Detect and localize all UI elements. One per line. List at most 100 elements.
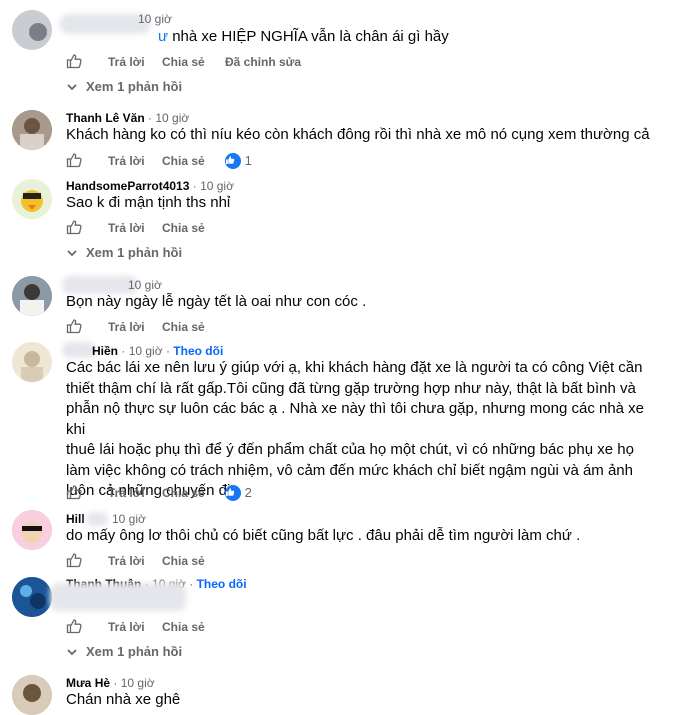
comment-text-line: làm việc không có trách nhiệm, vô cảm đế…	[66, 461, 633, 479]
like-button[interactable]	[66, 53, 108, 72]
chevron-down-icon	[67, 249, 77, 256]
share-button[interactable]: Chia sẻ	[162, 55, 225, 69]
reply-button[interactable]: Trả lời	[108, 486, 162, 500]
comment-time[interactable]: 10 giờ	[128, 278, 162, 292]
comment-time[interactable]: 10 giờ	[121, 676, 155, 690]
like-reaction-icon	[225, 485, 241, 501]
comment-text-line: phẫn nộ thực sự luôn các bác ạ . Nhà xe …	[66, 400, 645, 438]
comment-meta: Thanh Lê Văn · 10 giờ	[66, 111, 190, 125]
comment-time[interactable]: 10 giờ	[129, 344, 163, 358]
comment-text-prefix: ư	[158, 28, 169, 45]
avatar[interactable]	[12, 577, 52, 617]
view-replies-button[interactable]: Xem 1 phản hồi	[66, 79, 182, 94]
view-replies-label: Xem 1 phản hồi	[86, 79, 183, 94]
follow-button[interactable]: Theo dõi	[173, 344, 223, 358]
thumbs-up-icon	[66, 552, 82, 567]
view-replies-button[interactable]: Xem 1 phản hồi	[66, 644, 182, 659]
comment-actions: Trả lời Chia sẻ 1	[66, 151, 252, 171]
share-button[interactable]: Chia sẻ	[162, 486, 225, 500]
reply-button[interactable]: Trả lời	[108, 554, 162, 568]
comment-text: do mấy ông lơ thôi chủ có biết cũng bất …	[66, 527, 581, 544]
share-button[interactable]: Chia sẻ	[162, 320, 225, 334]
redacted-name	[60, 14, 150, 34]
comment-meta: HandsomeParrot4013 · 10 giờ	[66, 179, 234, 193]
comment-text: Các bác lái xe nên lưu ý giúp với ạ, khi…	[66, 358, 666, 502]
redacted-name	[86, 512, 108, 526]
share-button[interactable]: Chia sẻ	[162, 221, 225, 235]
comment-text-line: thuê lái hoặc phụ thì để ý đến phẩm chất…	[66, 441, 634, 458]
edited-label: Đã chỉnh sửa	[225, 55, 302, 69]
author-name[interactable]: Mưa Hè	[66, 676, 110, 690]
reply-button[interactable]: Trả lời	[108, 154, 162, 168]
comment-text: Bọn này ngày lễ ngày tết là oai như con …	[66, 293, 367, 310]
comment: Hiền · 10 giờ · Theo dõi Các bác lái xe …	[0, 340, 676, 505]
author-name[interactable]: HandsomeParrot4013	[66, 179, 189, 193]
follow-button[interactable]: Theo dõi	[197, 577, 247, 591]
author-name[interactable]: Hiền	[92, 344, 118, 358]
reaction-summary[interactable]: 1	[225, 153, 252, 169]
comment-meta: Hiền · 10 giờ · Theo dõi	[92, 344, 224, 358]
avatar[interactable]	[12, 110, 52, 150]
share-button[interactable]: Chia sẻ	[162, 620, 225, 634]
reply-button[interactable]: Trả lời	[108, 221, 162, 235]
avatar[interactable]	[12, 510, 52, 550]
reply-button[interactable]: Trả lời	[108, 55, 162, 69]
comment-time[interactable]: 10 giờ	[112, 512, 146, 526]
comment-actions: Trả lời Chia sẻ	[66, 551, 225, 571]
comment-text: Chán nhà xe ghê	[66, 691, 181, 708]
comment-text-line: Các bác lái xe nên lưu ý giúp với ạ, khi…	[66, 359, 643, 376]
like-button[interactable]	[66, 552, 108, 571]
thumbs-up-icon	[66, 53, 82, 68]
thumbs-up-icon	[66, 618, 82, 633]
comment-actions: Trả lời Chia sẻ	[66, 617, 225, 637]
author-name[interactable]: Hill	[66, 512, 85, 526]
comment-actions: Trả lời Chia sẻ 2	[66, 483, 252, 503]
author-name[interactable]: Thanh Lê Văn	[66, 111, 145, 125]
redacted-text	[50, 583, 186, 611]
comment-actions: Trả lời Chia sẻ Đã chỉnh sửa	[66, 52, 301, 72]
comment: 10 giờ ư nhà xe HIỆP NGHĨA vẫn là chân á…	[0, 0, 676, 100]
share-button[interactable]: Chia sẻ	[162, 154, 225, 168]
comment-actions: Trả lời Chia sẻ	[66, 218, 225, 238]
like-reaction-icon	[225, 153, 241, 169]
avatar[interactable]	[12, 10, 52, 50]
thumbs-up-icon	[66, 152, 82, 167]
share-button[interactable]: Chia sẻ	[162, 554, 225, 568]
like-button[interactable]	[66, 152, 108, 171]
comment-text: ư nhà xe HIỆP NGHĨA vẫn là chân ái gì hầ…	[158, 27, 676, 48]
comment: Thanh Thuận · 10 giờ · Theo dõi Trả lời …	[0, 575, 676, 667]
comment-text: Sao k đi mận tịnh ths nhỉ	[66, 194, 231, 211]
like-button[interactable]	[66, 219, 108, 238]
reaction-summary[interactable]: 2	[225, 485, 252, 501]
thumbs-up-icon	[66, 219, 82, 234]
thumbs-up-icon	[66, 484, 82, 499]
comment-time: 10 giờ	[138, 12, 172, 26]
comment: Thanh Lê Văn · 10 giờ Khách hàng ko có t…	[0, 104, 676, 174]
redacted-name	[62, 342, 96, 358]
like-button[interactable]	[66, 484, 108, 503]
reply-button[interactable]: Trả lời	[108, 620, 162, 634]
comment-time[interactable]: 10 giờ	[200, 179, 234, 193]
view-replies-label: Xem 1 phản hồi	[86, 245, 183, 260]
comment: Mưa Hè · 10 giờ Chán nhà xe ghê	[0, 673, 676, 715]
thumbs-up-icon	[66, 318, 82, 333]
reply-button[interactable]: Trả lời	[108, 320, 162, 334]
comment-meta: Hill	[66, 512, 85, 526]
reaction-count: 1	[244, 153, 252, 168]
like-button[interactable]	[66, 318, 108, 337]
like-button[interactable]	[66, 618, 108, 637]
comment: 10 giờ Bọn này ngày lễ ngày tết là oai n…	[0, 272, 676, 338]
view-replies-button[interactable]: Xem 1 phản hồi	[66, 245, 182, 260]
avatar[interactable]	[12, 675, 52, 715]
reaction-count: 2	[244, 485, 252, 500]
comment-text-body: nhà xe HIỆP NGHĨA vẫn là chân ái gì hầy	[172, 28, 449, 45]
comment-meta: Mưa Hè · 10 giờ	[66, 676, 155, 690]
avatar[interactable]	[12, 276, 52, 316]
avatar[interactable]	[12, 342, 52, 382]
comment-time[interactable]: 10 giờ	[155, 111, 189, 125]
chevron-down-icon	[67, 83, 77, 90]
comment-text: Khách hàng ko có thì níu kéo còn khách đ…	[66, 126, 650, 143]
view-replies-label: Xem 1 phản hồi	[86, 644, 183, 659]
avatar[interactable]	[12, 179, 52, 219]
chevron-down-icon	[67, 648, 77, 655]
